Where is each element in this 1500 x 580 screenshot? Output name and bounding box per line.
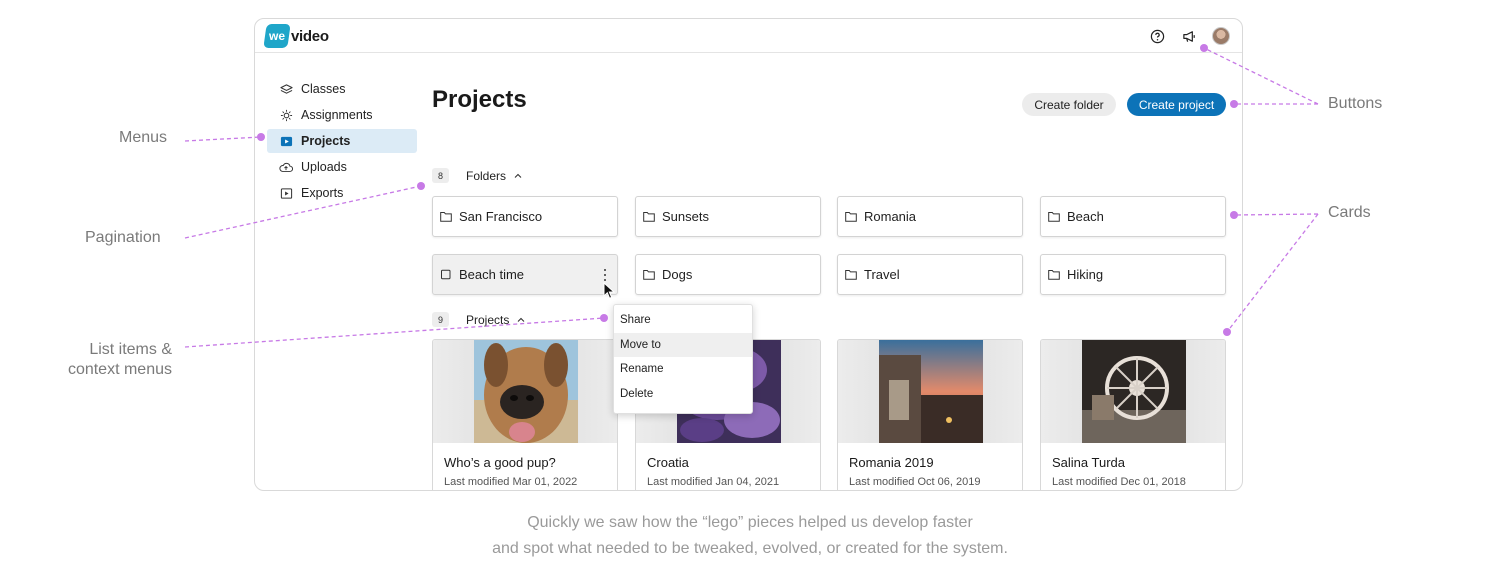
megaphone-icon[interactable] <box>1178 25 1200 47</box>
folder-icon <box>643 211 655 223</box>
chevron-up-icon <box>517 317 525 322</box>
project-title: Salina Turda <box>1052 455 1125 470</box>
sidebar-item-label: Assignments <box>301 108 373 122</box>
folder-icon <box>643 269 655 281</box>
folder-name: Dogs <box>662 267 693 282</box>
city-sunset-photo <box>879 340 983 443</box>
project-card[interactable]: Romania 2019 Last modified Oct 06, 2019 <box>837 339 1023 490</box>
folder-card[interactable]: Sunsets <box>635 196 821 237</box>
annotation-list-items: List items & context menus <box>40 340 172 380</box>
folder-card[interactable]: San Francisco <box>432 196 618 237</box>
lightbulb-icon <box>279 108 293 122</box>
sidebar-item-classes[interactable]: Classes <box>267 77 417 101</box>
sidebar-item-label: Classes <box>301 82 346 96</box>
project-thumbnail <box>433 340 617 443</box>
project-title: Romania 2019 <box>849 455 934 470</box>
context-menu-move-to[interactable]: Move to <box>614 332 752 357</box>
folder-name: Beach <box>1067 209 1104 224</box>
project-thumbnail <box>838 340 1022 443</box>
folder-name: Sunsets <box>662 209 709 224</box>
layers-icon <box>279 82 293 96</box>
context-menu: Share Move to Rename Delete <box>613 304 753 414</box>
annotation-list-items-line1: List items & <box>89 341 172 358</box>
sidebar-item-projects[interactable]: Projects <box>267 129 417 153</box>
folder-card-hovered[interactable]: Beach time <box>432 254 618 295</box>
folder-icon <box>440 211 452 223</box>
sidebar-item-assignments[interactable]: Assignments <box>267 103 417 127</box>
context-menu-delete[interactable]: Delete <box>614 382 752 407</box>
checkbox-icon[interactable] <box>440 269 452 281</box>
sidebar-item-uploads[interactable]: Uploads <box>267 155 417 179</box>
folder-icon <box>845 211 857 223</box>
create-folder-button[interactable]: Create folder <box>1022 93 1116 116</box>
logo-badge: we <box>263 24 291 48</box>
folder-card[interactable]: Dogs <box>635 254 821 295</box>
sidebar-item-label: Uploads <box>301 160 347 174</box>
sidebar-item-label: Projects <box>301 134 351 148</box>
folder-name: Hiking <box>1067 267 1104 282</box>
wevideo-logo[interactable]: we video <box>263 24 329 48</box>
project-thumbnail <box>1041 340 1225 443</box>
annotation-list-items-line2: context menus <box>67 361 172 378</box>
folder-name: Romania <box>864 209 917 224</box>
caption: Quickly we saw how the “lego” pieces hel… <box>0 510 1500 562</box>
caption-line-2: and spot what needed to be tweaked, evol… <box>492 540 1008 557</box>
folder-icon <box>1048 211 1060 223</box>
annotation-cards: Cards <box>1328 204 1371 221</box>
dog-photo <box>474 340 578 443</box>
project-title: Who’s a good pup? <box>444 455 556 470</box>
project-modified-date: Last modified Mar 01, 2022 <box>444 476 578 488</box>
projects-count-badge: 9 <box>432 312 449 327</box>
project-card[interactable]: Salina Turda Last modified Dec 01, 2018 <box>1040 339 1226 490</box>
caption-line-1: Quickly we saw how the “lego” pieces hel… <box>527 514 973 531</box>
folder-card[interactable]: Romania <box>837 196 1023 237</box>
project-modified-date: Last modified Dec 01, 2018 <box>1052 476 1186 488</box>
avatar <box>1212 27 1230 45</box>
logo-text: video <box>291 27 329 45</box>
project-card[interactable]: Who’s a good pup? Last modified Mar 01, … <box>432 339 618 490</box>
context-menu-share[interactable]: Share <box>614 308 752 333</box>
folders-count-badge: 8 <box>432 168 449 183</box>
user-avatar[interactable] <box>1210 25 1232 47</box>
projects-section-header[interactable]: 9 Projects <box>432 312 527 327</box>
folders-section-header[interactable]: 8 Folders <box>432 168 524 183</box>
folder-name: Travel <box>864 267 900 282</box>
help-icon[interactable] <box>1146 25 1168 47</box>
folder-icon <box>1048 269 1060 281</box>
create-project-button[interactable]: Create project <box>1127 93 1226 116</box>
folder-card[interactable]: Beach <box>1040 196 1226 237</box>
folder-name: Beach time <box>459 267 525 282</box>
top-bar: we video <box>255 19 1242 53</box>
more-options-icon[interactable] <box>603 269 607 281</box>
app-window: we video Classes Assignments Projects Up… <box>254 18 1243 491</box>
project-modified-date: Last modified Jan 04, 2021 <box>647 476 780 488</box>
salt-mine-wheel-photo <box>1082 340 1186 443</box>
annotation-pagination: Pagination <box>85 229 161 246</box>
folder-icon <box>845 269 857 281</box>
chevron-up-icon <box>514 173 522 178</box>
logo-mark: we <box>268 29 285 43</box>
project-modified-date: Last modified Oct 06, 2019 <box>849 476 981 488</box>
sidebar: Classes Assignments Projects Uploads Exp… <box>267 77 417 207</box>
sidebar-item-exports[interactable]: Exports <box>267 181 417 205</box>
projects-section-label: Projects <box>466 312 510 327</box>
play-icon <box>279 134 293 148</box>
annotation-buttons: Buttons <box>1328 95 1383 112</box>
context-menu-rename[interactable]: Rename <box>614 357 752 382</box>
folder-card[interactable]: Travel <box>837 254 1023 295</box>
mouse-cursor-icon <box>603 282 616 299</box>
project-title: Croatia <box>647 455 689 470</box>
top-icons <box>1146 25 1232 47</box>
folder-card[interactable]: Hiking <box>1040 254 1226 295</box>
folders-section-label: Folders <box>466 168 507 183</box>
sidebar-item-label: Exports <box>301 186 344 200</box>
annotation-menus: Menus <box>119 129 168 146</box>
folder-name: San Francisco <box>459 209 543 224</box>
page-title: Projects <box>432 86 527 113</box>
export-icon <box>279 186 293 200</box>
cloud-upload-icon <box>279 160 293 174</box>
